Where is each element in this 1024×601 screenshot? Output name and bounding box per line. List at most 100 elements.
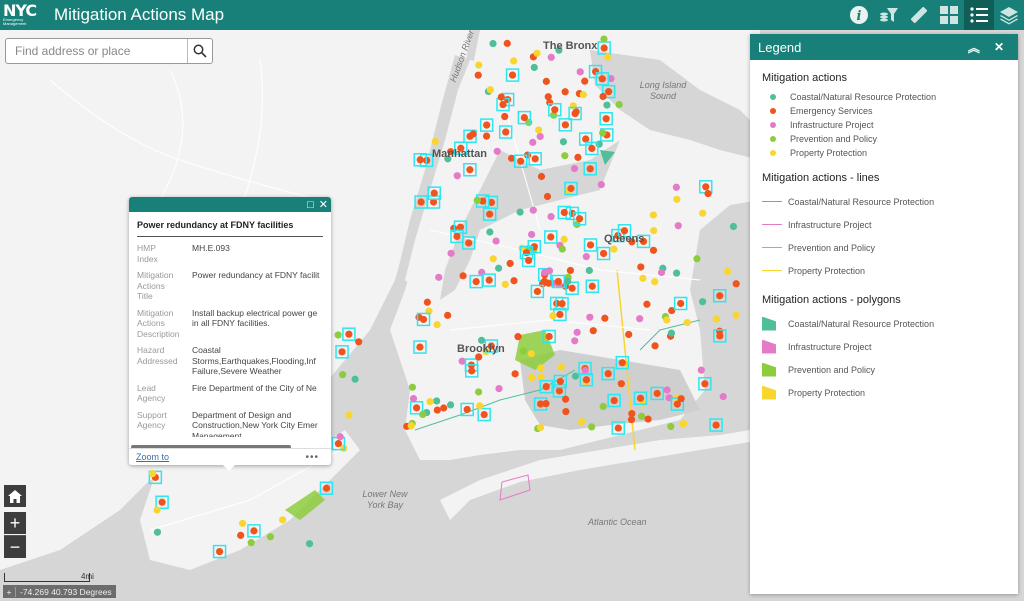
mitigation-action-point[interactable] (599, 129, 607, 137)
mitigation-action-point[interactable] (591, 67, 600, 76)
mitigation-action-point[interactable] (625, 330, 633, 339)
mitigation-action-point[interactable] (408, 383, 417, 391)
mitigation-action-point[interactable] (556, 377, 564, 386)
mitigation-action-point[interactable] (653, 389, 661, 398)
mitigation-action-point[interactable] (617, 380, 625, 388)
mitigation-action-point[interactable] (598, 75, 606, 83)
mitigation-action-point[interactable] (588, 423, 596, 431)
mitigation-action-point[interactable] (663, 316, 671, 324)
mitigation-action-point[interactable] (533, 287, 541, 296)
coordinate-mode-button[interactable]: + (3, 586, 16, 597)
mitigation-action-point[interactable] (511, 370, 519, 378)
mitigation-action-point[interactable] (351, 375, 359, 383)
mitigation-action-point[interactable] (503, 39, 511, 47)
mitigation-action-point[interactable] (250, 527, 258, 535)
mitigation-action-point[interactable] (531, 155, 539, 163)
mitigation-action-point[interactable] (712, 315, 720, 323)
mitigation-action-point[interactable] (673, 269, 681, 277)
mitigation-action-point[interactable] (582, 376, 590, 384)
mitigation-action-point[interactable] (566, 266, 575, 275)
mitigation-action-point[interactable] (547, 213, 555, 221)
mitigation-action-point[interactable] (639, 274, 647, 282)
mitigation-action-point[interactable] (485, 276, 493, 284)
mitigation-action-point[interactable] (465, 239, 473, 247)
mitigation-action-point[interactable] (558, 245, 566, 253)
mitigation-action-point[interactable] (322, 484, 331, 492)
mitigation-action-point[interactable] (650, 227, 658, 235)
mitigation-action-point[interactable] (599, 92, 607, 101)
mitigation-action-point[interactable] (446, 401, 455, 409)
mitigation-action-point[interactable] (585, 266, 593, 275)
mitigation-action-point[interactable] (266, 533, 274, 541)
mitigation-action-point[interactable] (680, 420, 688, 428)
mitigation-action-point[interactable] (568, 284, 576, 292)
mitigation-action-point[interactable] (502, 128, 510, 136)
mitigation-action-point[interactable] (486, 228, 494, 236)
mitigation-action-point[interactable] (649, 211, 658, 219)
mitigation-action-point[interactable] (644, 415, 652, 423)
mitigation-action-point[interactable] (586, 165, 594, 173)
mitigation-action-point[interactable] (522, 249, 531, 257)
mitigation-action-point[interactable] (545, 267, 554, 275)
mitigation-action-point[interactable] (440, 404, 448, 412)
mitigation-action-point[interactable] (542, 77, 550, 85)
maximize-icon[interactable]: □ (307, 199, 314, 211)
collapse-icon[interactable]: ︽ (968, 39, 980, 56)
mitigation-action-point[interactable] (501, 280, 509, 288)
mitigation-action-point[interactable] (514, 333, 522, 341)
mitigation-action-point[interactable] (501, 112, 509, 121)
mitigation-action-point[interactable] (475, 61, 483, 69)
mitigation-action-point[interactable] (586, 313, 594, 321)
mitigation-action-point[interactable] (582, 135, 590, 143)
mitigation-action-point[interactable] (529, 206, 537, 214)
mitigation-action-point[interactable] (453, 172, 461, 180)
mitigation-action-point[interactable] (547, 233, 555, 241)
mitigation-action-point[interactable] (579, 91, 587, 99)
mitigation-action-point[interactable] (636, 315, 644, 323)
measure-tool-button[interactable] (904, 0, 934, 30)
mitigation-action-point[interactable] (431, 137, 439, 146)
mitigation-action-point[interactable] (525, 256, 533, 265)
mitigation-action-point[interactable] (542, 400, 550, 408)
mitigation-action-point[interactable] (482, 132, 491, 140)
mitigation-action-point[interactable] (716, 332, 724, 340)
mitigation-action-point[interactable] (615, 100, 623, 109)
mitigation-action-point[interactable] (537, 172, 546, 181)
mitigation-action-point[interactable] (571, 109, 579, 118)
mitigation-action-point[interactable] (537, 364, 545, 372)
mitigation-action-point[interactable] (560, 235, 568, 243)
mitigation-action-point[interactable] (426, 398, 434, 406)
mitigation-action-point[interactable] (433, 321, 441, 329)
mitigation-action-point[interactable] (554, 277, 562, 286)
mitigation-action-point[interactable] (339, 371, 347, 379)
mitigation-action-point[interactable] (558, 300, 566, 308)
mitigation-action-point[interactable] (469, 130, 477, 138)
mitigation-action-point[interactable] (599, 402, 607, 411)
mitigation-action-point[interactable] (459, 272, 467, 280)
mitigation-action-point[interactable] (476, 402, 484, 410)
mitigation-action-point[interactable] (719, 393, 727, 401)
mitigation-action-point[interactable] (474, 71, 482, 79)
mitigation-action-point[interactable] (549, 312, 557, 320)
mitigation-action-point[interactable] (336, 433, 344, 441)
more-actions-button[interactable]: ••• (305, 452, 319, 463)
mitigation-action-point[interactable] (537, 373, 545, 381)
mitigation-action-point[interactable] (355, 338, 363, 346)
mitigation-action-point[interactable] (571, 337, 579, 345)
mitigation-action-point[interactable] (602, 115, 610, 123)
mitigation-action-point[interactable] (536, 423, 545, 432)
mitigation-action-point[interactable] (595, 140, 603, 148)
mitigation-action-point[interactable] (433, 406, 441, 414)
mitigation-action-point[interactable] (657, 268, 666, 277)
mitigation-action-point[interactable] (540, 277, 549, 285)
mitigation-action-point[interactable] (600, 44, 608, 52)
mitigation-action-point[interactable] (597, 180, 605, 189)
mitigation-action-point[interactable] (508, 71, 517, 79)
mitigation-action-point[interactable] (582, 253, 590, 261)
mitigation-action-point[interactable] (557, 363, 565, 371)
basemap-gallery-tool-button[interactable] (934, 0, 964, 30)
mitigation-action-point[interactable] (637, 263, 645, 271)
mitigation-action-point[interactable] (600, 35, 608, 43)
mitigation-action-point[interactable] (530, 63, 538, 72)
mitigation-action-point[interactable] (489, 255, 497, 263)
